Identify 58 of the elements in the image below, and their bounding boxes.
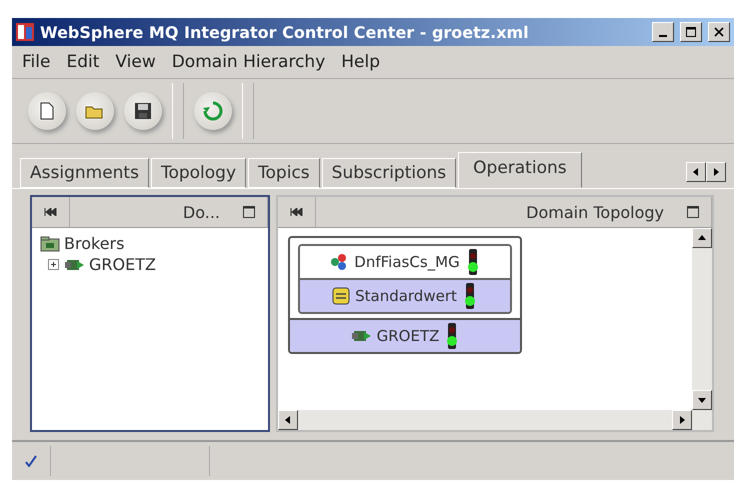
scroll-up-button[interactable] (692, 228, 712, 248)
toolbar-separator (242, 83, 254, 139)
horizontal-scrollbar[interactable] (278, 410, 692, 430)
maximize-icon (242, 206, 254, 218)
tab[interactable]: Assignments (20, 158, 149, 188)
right-arrow-icon (679, 416, 685, 424)
pane-title: Do... (182, 202, 221, 224)
broker-label: GROETZ (376, 327, 440, 345)
minimize-icon (659, 35, 667, 37)
menu-item[interactable]: View (111, 52, 160, 72)
tree-item[interactable]: Brokers (64, 234, 124, 253)
execution-group-icon (332, 287, 350, 305)
scroll-right-button[interactable] (672, 410, 692, 430)
right-arrow-icon (713, 168, 719, 176)
execution-group-label: Standardwert (355, 287, 457, 305)
tree-item[interactable]: GROETZ (89, 255, 156, 274)
menu-item[interactable]: Domain Hierarchy (168, 52, 330, 72)
broker-icon (350, 328, 372, 344)
menu-item[interactable]: File (18, 52, 54, 72)
window-title: WebSphere MQ Integrator Control Center - groetz.xml (40, 22, 530, 42)
menu-item[interactable]: Edit (62, 52, 104, 72)
left-arrow-icon (285, 416, 291, 424)
tab[interactable]: Topics (248, 158, 320, 188)
checkmark-icon (25, 455, 37, 467)
open-folder-button[interactable] (76, 92, 114, 130)
left-arrow-icon (693, 168, 699, 176)
execution-group-node[interactable]: DnfFiasCs_MG Standardwert (298, 244, 512, 314)
menu-item[interactable]: Help (337, 52, 384, 72)
maximize-button[interactable] (680, 22, 702, 42)
message-flow-label: DnfFiasCs_MG (354, 253, 460, 271)
app-icon (16, 23, 34, 41)
close-button[interactable] (708, 22, 730, 42)
close-icon (714, 27, 724, 37)
tab[interactable]: Operations (458, 152, 582, 188)
save-button[interactable] (124, 92, 162, 130)
expand-icon[interactable] (48, 259, 59, 270)
up-arrow-icon (698, 235, 706, 241)
folder-icon (40, 236, 60, 252)
scroll-down-button[interactable] (692, 390, 712, 410)
maximize-icon (686, 206, 698, 218)
new-file-button[interactable] (28, 92, 66, 130)
refresh-button[interactable] (194, 92, 232, 130)
tab[interactable]: Topology (150, 158, 246, 188)
tab[interactable]: Subscriptions (322, 158, 456, 188)
scroll-left-button[interactable] (686, 162, 706, 182)
minimize-button[interactable] (652, 22, 674, 42)
vertical-scrollbar[interactable] (692, 228, 712, 430)
double-arrow-icon (44, 208, 58, 216)
down-arrow-icon (698, 397, 706, 403)
pane-title: Domain Topology (525, 202, 665, 224)
double-arrow-icon (290, 208, 304, 216)
broker-node[interactable]: DnfFiasCs_MG Standardwert GROETZ (288, 236, 522, 354)
page-icon (40, 102, 54, 120)
toolbar-separator (172, 83, 184, 139)
maximize-icon (686, 27, 696, 37)
scroll-left-button[interactable] (278, 410, 298, 430)
refresh-icon (203, 101, 223, 121)
scroll-right-button[interactable] (706, 162, 726, 182)
